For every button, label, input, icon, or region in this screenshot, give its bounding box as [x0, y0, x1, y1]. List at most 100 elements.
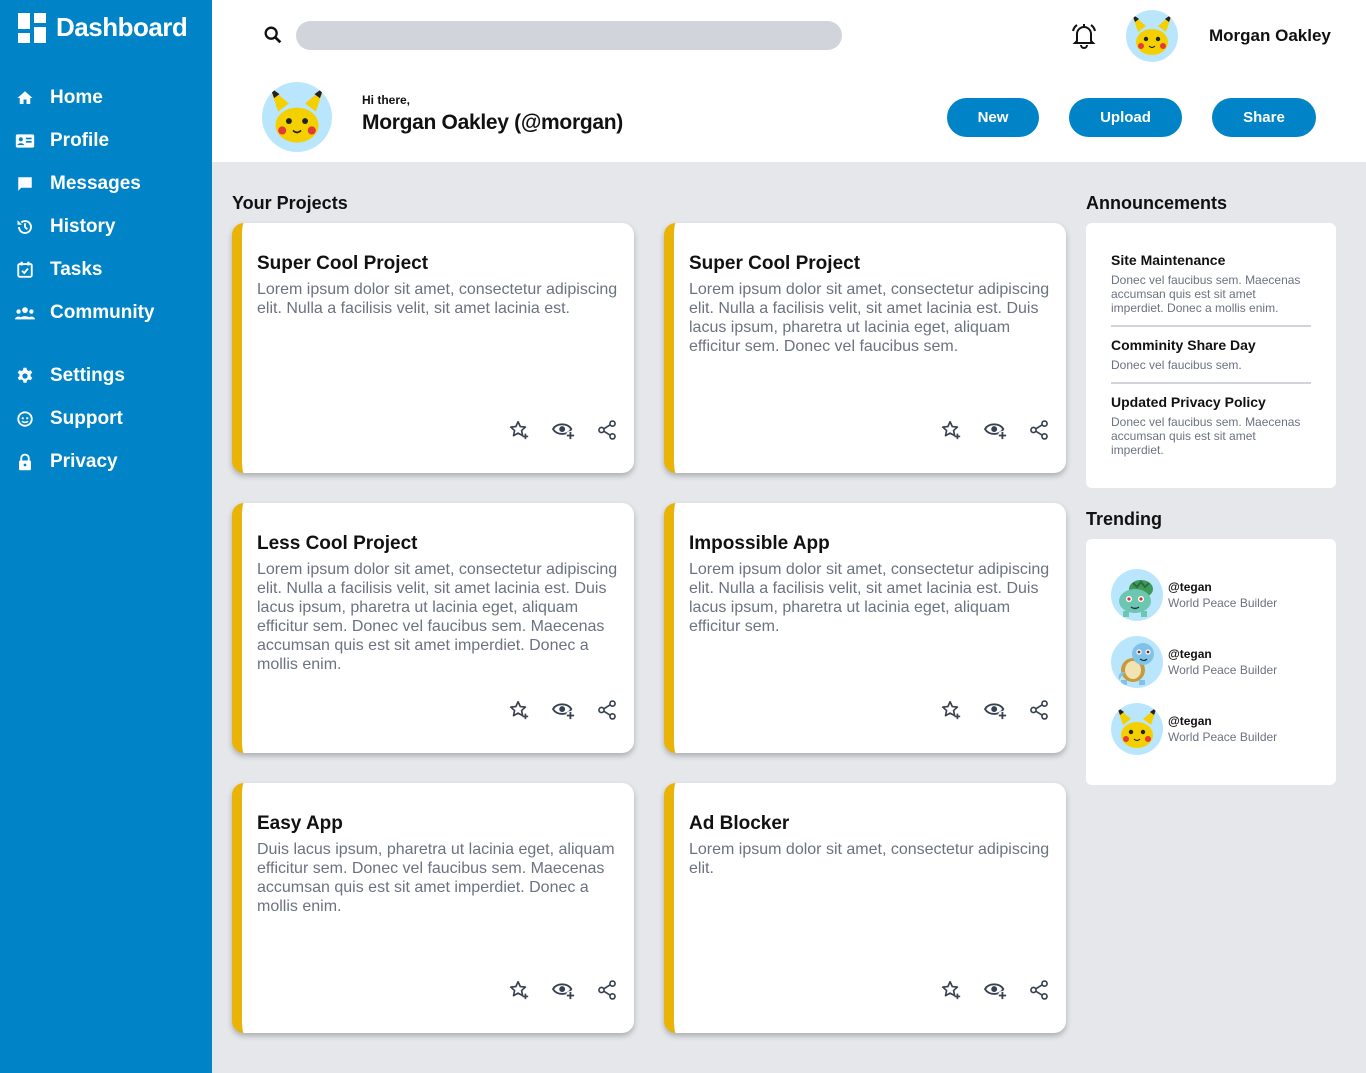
sidebar-item-label: Home — [50, 86, 103, 108]
share-icon[interactable] — [1028, 699, 1050, 721]
watch-icon[interactable] — [551, 699, 575, 721]
star-add-icon[interactable] — [940, 419, 962, 441]
sidebar-nav: Home Profile Messages History Tasks Comm… — [0, 76, 212, 483]
star-add-icon[interactable] — [508, 979, 530, 1001]
user-name[interactable]: Morgan Oakley — [1209, 26, 1331, 46]
card-actions — [508, 979, 618, 1001]
star-add-icon[interactable] — [508, 419, 530, 441]
announcement-item[interactable]: Comminity Share Day Donec vel faucibus s… — [1111, 337, 1311, 372]
trending-handle: @tegan — [1168, 714, 1212, 728]
watch-icon[interactable] — [983, 419, 1007, 441]
project-description: Lorem ipsum dolor sit amet, consectetur … — [689, 561, 1050, 635]
project-card[interactable]: Easy App Duis lacus ipsum, pharetra ut la… — [232, 783, 634, 1033]
watch-icon[interactable] — [551, 979, 575, 1001]
announcement-title: Site Maintenance — [1111, 252, 1226, 268]
search-input[interactable] — [296, 21, 842, 50]
star-add-icon[interactable] — [940, 979, 962, 1001]
share-icon[interactable] — [1028, 979, 1050, 1001]
project-title: Super Cool Project — [689, 253, 861, 274]
trending-handle: @tegan — [1168, 647, 1212, 661]
project-title: Super Cool Project — [257, 253, 429, 274]
trending-panel: @tegan World Peace Builder @tegan World … — [1086, 539, 1336, 785]
sidebar-item-label: Messages — [50, 172, 141, 194]
brand[interactable]: Dashboard — [18, 12, 188, 43]
sidebar: Dashboard Home Profile Messages History — [0, 0, 212, 1073]
trending-text: @tegan World Peace Builder — [1168, 714, 1277, 744]
sidebar-item-label: History — [50, 215, 116, 237]
sidebar-item-messages[interactable]: Messages — [0, 162, 212, 205]
project-description: Lorem ipsum dolor sit amet, consectetur … — [689, 841, 1050, 877]
project-title: Impossible App — [689, 533, 830, 554]
share-icon[interactable] — [596, 699, 618, 721]
share-icon[interactable] — [1028, 419, 1050, 441]
project-title: Ad Blocker — [689, 813, 790, 834]
project-title: Less Cool Project — [257, 533, 418, 554]
pikachu-avatar-icon — [270, 87, 324, 143]
bell-icon[interactable] — [1071, 22, 1097, 50]
trending-item[interactable]: @tegan World Peace Builder — [1111, 703, 1331, 755]
trending-subtitle: World Peace Builder — [1168, 663, 1278, 677]
sidebar-item-settings[interactable]: Settings — [0, 354, 212, 397]
project-card[interactable]: Impossible App Lorem ipsum dolor sit amet… — [664, 503, 1066, 753]
dashboard-icon — [18, 12, 46, 43]
project-description: Lorem ipsum dolor sit amet, consectetur … — [257, 281, 618, 317]
gear-icon — [15, 366, 35, 386]
calendar-check-icon — [15, 260, 35, 280]
share-button[interactable]: Share — [1212, 98, 1316, 137]
app-title: Dashboard — [56, 12, 188, 42]
profile-avatar — [262, 82, 332, 152]
watch-icon[interactable] — [983, 979, 1007, 1001]
home-icon — [15, 88, 35, 108]
announcement-text: Donec vel faucibus sem. Maecenas accumsa… — [1111, 273, 1301, 315]
announcement-item[interactable]: Updated Privacy Policy Donec vel faucibu… — [1111, 394, 1311, 457]
watch-icon[interactable] — [983, 699, 1007, 721]
nav-divider — [0, 334, 212, 354]
sidebar-item-label: Support — [50, 407, 123, 429]
sidebar-item-label: Community — [50, 301, 155, 323]
project-description: Lorem ipsum dolor sit amet, consectetur … — [257, 561, 618, 673]
sidebar-item-community[interactable]: Community — [0, 291, 212, 334]
share-icon[interactable] — [596, 419, 618, 441]
trending-subtitle: World Peace Builder — [1168, 596, 1278, 610]
project-card[interactable]: Super Cool Project Lorem ipsum dolor sit … — [232, 223, 634, 473]
share-icon[interactable] — [596, 979, 618, 1001]
search-icon[interactable] — [262, 24, 284, 46]
card-actions — [940, 699, 1050, 721]
sidebar-item-history[interactable]: History — [0, 205, 212, 248]
card-actions — [508, 419, 618, 441]
project-description: Duis lacus ipsum, pharetra ut lacinia eg… — [257, 841, 615, 915]
sidebar-item-home[interactable]: Home — [0, 76, 212, 119]
avatar — [1111, 703, 1163, 755]
project-card[interactable]: Less Cool Project Lorem ipsum dolor sit a… — [232, 503, 634, 753]
announcement-item[interactable]: Site Maintenance Donec vel faucibus sem.… — [1111, 252, 1311, 315]
project-card[interactable]: Super Cool Project Lorem ipsum dolor sit … — [664, 223, 1066, 473]
card-actions — [940, 979, 1050, 1001]
star-add-icon[interactable] — [508, 699, 530, 721]
trending-text: @tegan World Peace Builder — [1168, 647, 1277, 677]
new-button[interactable]: New — [947, 98, 1039, 137]
trending-item[interactable]: @tegan World Peace Builder — [1111, 636, 1331, 688]
project-card[interactable]: Ad Blocker Lorem ipsum dolor sit amet, co… — [664, 783, 1066, 1033]
announcement-title: Updated Privacy Policy — [1111, 394, 1266, 410]
avatar[interactable] — [1126, 10, 1178, 62]
trending-item[interactable]: @tegan World Peace Builder — [1111, 569, 1331, 621]
star-add-icon[interactable] — [940, 699, 962, 721]
announcement-text: Donec vel faucibus sem. Maecenas accumsa… — [1111, 415, 1301, 457]
greeting-name: Morgan Oakley (@morgan) — [362, 111, 623, 134]
projects-title: Your Projects — [232, 193, 348, 213]
project-description: Lorem ipsum dolor sit amet, consectetur … — [689, 281, 1050, 355]
avatar — [1111, 569, 1163, 621]
watch-icon[interactable] — [551, 419, 575, 441]
announcement-title: Comminity Share Day — [1111, 337, 1256, 353]
upload-button[interactable]: Upload — [1069, 98, 1182, 137]
trending-subtitle: World Peace Builder — [1168, 730, 1278, 744]
sidebar-item-profile[interactable]: Profile — [0, 119, 212, 162]
sidebar-item-label: Tasks — [50, 258, 103, 280]
sidebar-item-tasks[interactable]: Tasks — [0, 248, 212, 291]
sidebar-item-privacy[interactable]: Privacy — [0, 440, 212, 483]
sidebar-item-support[interactable]: Support — [0, 397, 212, 440]
announcements-panel: Site Maintenance Donec vel faucibus sem.… — [1086, 223, 1336, 488]
green-creature-avatar-icon — [1119, 580, 1153, 617]
trending-title: Trending — [1086, 509, 1162, 529]
project-title: Easy App — [257, 813, 343, 834]
